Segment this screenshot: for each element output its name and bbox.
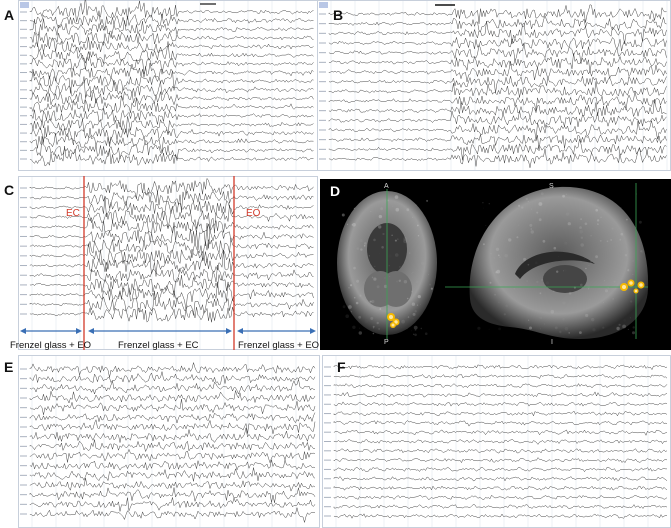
eeg-panel-b — [317, 0, 671, 171]
eeg-channel-trace — [328, 110, 667, 129]
arrow-head-left — [20, 328, 26, 334]
eeg-panel-c: EC EO — [18, 176, 318, 350]
eeg-channel-trace — [29, 307, 314, 323]
arrow-head-right — [310, 328, 316, 334]
arrow-head-right — [76, 328, 82, 334]
panel-label-f: F — [337, 359, 346, 375]
eeg-traces — [20, 361, 316, 524]
eeg-channel-trace — [29, 264, 314, 283]
eeg-panel-e — [18, 355, 320, 528]
axial-posterior-label: P — [384, 339, 389, 346]
eeg-channel-trace — [328, 37, 667, 52]
eeg-channel-trace — [29, 62, 314, 82]
eeg-traces-b — [317, 0, 671, 171]
eeg-channel-trace — [29, 216, 314, 234]
eeg-panel-f — [322, 355, 671, 528]
eeg-channel-trace — [328, 99, 667, 118]
segment-label-2: Frenzel glass + EC — [118, 340, 199, 351]
eeg-channel-trace — [29, 108, 314, 128]
sagittal-inferior-label: I — [551, 339, 553, 346]
arrow-head-right — [226, 328, 232, 334]
panel-label-a: A — [4, 7, 15, 23]
eeg-channel-trace — [29, 177, 314, 199]
eeg-channel-trace — [29, 243, 314, 272]
event-marker-eyes-open: EO — [246, 208, 261, 219]
toolbar-icon — [319, 2, 328, 8]
eeg-traces — [20, 0, 314, 167]
eeg-channel-trace — [29, 37, 314, 54]
eeg-traces-e — [18, 355, 320, 528]
eeg-channel-trace — [29, 281, 314, 310]
eeg-channel-trace — [29, 76, 314, 101]
toolbar-icon — [20, 2, 29, 8]
eeg-channel-trace — [29, 89, 314, 106]
eeg-channel-trace — [328, 4, 667, 24]
sagittal-slice — [469, 186, 649, 339]
sagittal-superior-label: S — [549, 183, 554, 190]
eeg-traces-a — [18, 0, 318, 171]
segment-label-1: Frenzel glass + EO — [10, 340, 92, 351]
arrow-head-left — [88, 328, 94, 334]
segment-label-3: Frenzel glass + EO — [238, 340, 320, 351]
eeg-panel-a — [18, 0, 318, 171]
eeg-channel-trace — [328, 81, 667, 98]
eeg-channel-trace — [328, 43, 667, 64]
eeg-channel-trace — [29, 127, 314, 154]
panel-label-c: C — [4, 182, 15, 198]
axial-anterior-label: A — [384, 183, 389, 190]
eeg-traces — [319, 4, 667, 168]
arrow-head-left — [237, 328, 243, 334]
panel-label-b: B — [333, 7, 344, 23]
eeg-channel-trace — [29, 10, 314, 31]
eeg-traces-c — [18, 176, 318, 350]
eeg-channel-trace — [328, 15, 667, 32]
eeg-traces — [20, 177, 314, 323]
pet-mri-panel-d: A P S I — [320, 179, 671, 350]
event-marker-eyes-closed: EC — [66, 208, 80, 219]
panel-label-d: D — [330, 183, 341, 199]
eeg-channel-trace — [328, 53, 667, 73]
eeg-traces-f — [322, 355, 671, 528]
eeg-channel-trace — [29, 250, 314, 277]
brain-images — [337, 183, 649, 339]
eeg-channel-trace — [328, 134, 667, 151]
eeg-channel-trace — [29, 146, 314, 167]
panel-label-e: E — [4, 359, 14, 375]
eeg-channel-trace — [328, 20, 667, 45]
eeg-traces — [324, 364, 668, 519]
